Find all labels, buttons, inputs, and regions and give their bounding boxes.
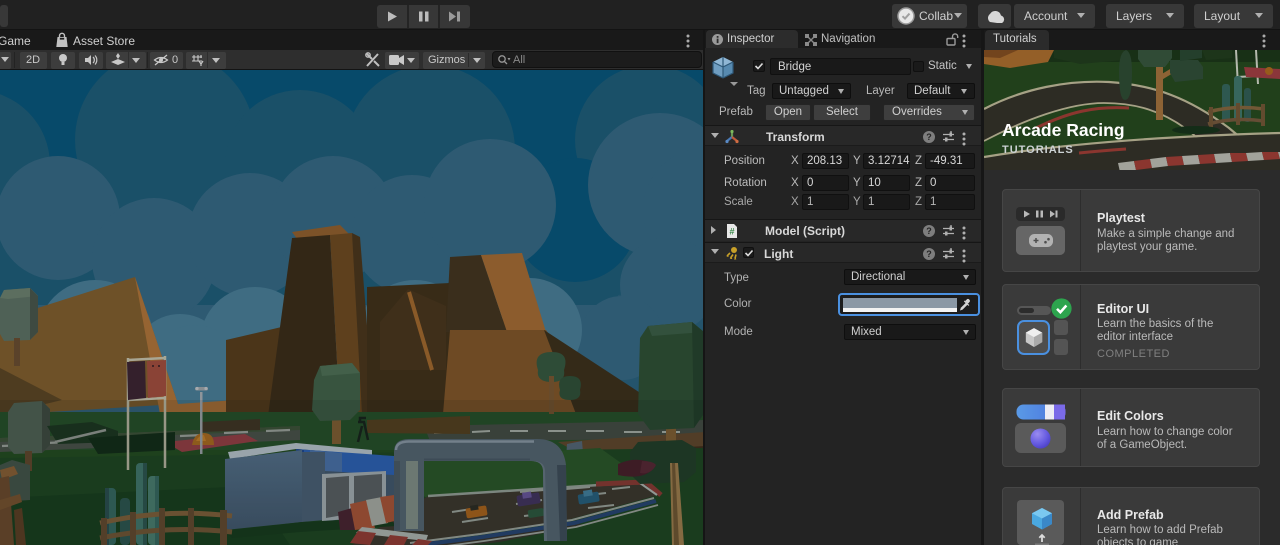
svg-text:?: ?: [926, 249, 932, 259]
svg-text:Arcade Racing: Arcade Racing: [1002, 120, 1125, 140]
svg-text:?: ?: [926, 226, 932, 236]
svg-text:?: ?: [926, 132, 932, 142]
svg-text:#: #: [729, 227, 734, 237]
svg-text:TUTORIALS: TUTORIALS: [1002, 144, 1074, 156]
